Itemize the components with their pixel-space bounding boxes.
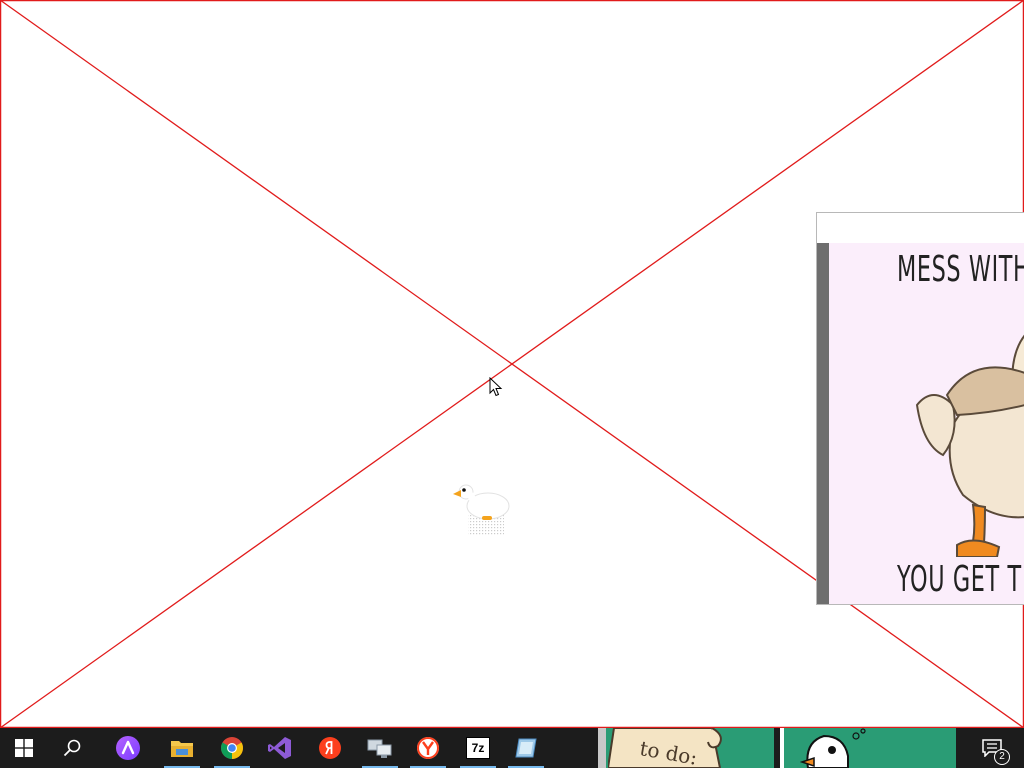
meme-top-text: MESS WITH T [897, 249, 1024, 290]
chrome-icon [221, 737, 243, 759]
desktop-goose[interactable] [452, 482, 514, 538]
alice-assistant-button[interactable] [104, 728, 152, 768]
yandex-icon [319, 737, 341, 759]
yandex-browser-icon [417, 737, 439, 759]
windows-logo-icon [15, 739, 33, 757]
visual-studio-icon [268, 737, 291, 759]
notification-center-button[interactable]: 2 [972, 728, 1012, 768]
thumbnail-edge [598, 728, 606, 768]
app-window-icon [515, 738, 537, 758]
meme-image: MESS WITH T YOU GET T [817, 243, 1024, 604]
taskbar: 7z to do: 2 [0, 728, 1024, 768]
alice-assistant-icon [116, 736, 140, 760]
meme-goose-illustration [915, 334, 1024, 557]
thumbnail-edge [780, 728, 784, 768]
folder-icon [171, 741, 193, 757]
search-icon [63, 739, 81, 757]
goose-face-illustration [800, 728, 866, 768]
network-app-button[interactable] [356, 728, 404, 768]
7zip-label: 7z [471, 741, 485, 755]
file-explorer-button[interactable] [158, 728, 206, 768]
computer-network-icon [367, 739, 392, 758]
goose-face-thumbnail[interactable] [780, 728, 956, 768]
chrome-button[interactable] [208, 728, 256, 768]
yandex-browser-button[interactable] [404, 728, 452, 768]
search-button[interactable] [48, 728, 96, 768]
app-window-button[interactable] [502, 728, 550, 768]
meme-bottom-text: YOU GET T [897, 559, 1022, 600]
mouse-cursor-icon [489, 377, 503, 397]
yandex-button[interactable] [306, 728, 354, 768]
7zip-button[interactable]: 7z [454, 728, 502, 768]
window-titlebar[interactable] [817, 213, 1024, 244]
meme-image-window[interactable]: MESS WITH T YOU GET T [816, 212, 1024, 605]
start-button[interactable] [0, 728, 48, 768]
todo-note-thumbnail[interactable]: to do: [598, 728, 774, 768]
visual-studio-button[interactable] [256, 728, 304, 768]
image-border [817, 243, 829, 604]
7zip-icon: 7z [466, 737, 490, 759]
notification-count-badge: 2 [994, 749, 1010, 765]
